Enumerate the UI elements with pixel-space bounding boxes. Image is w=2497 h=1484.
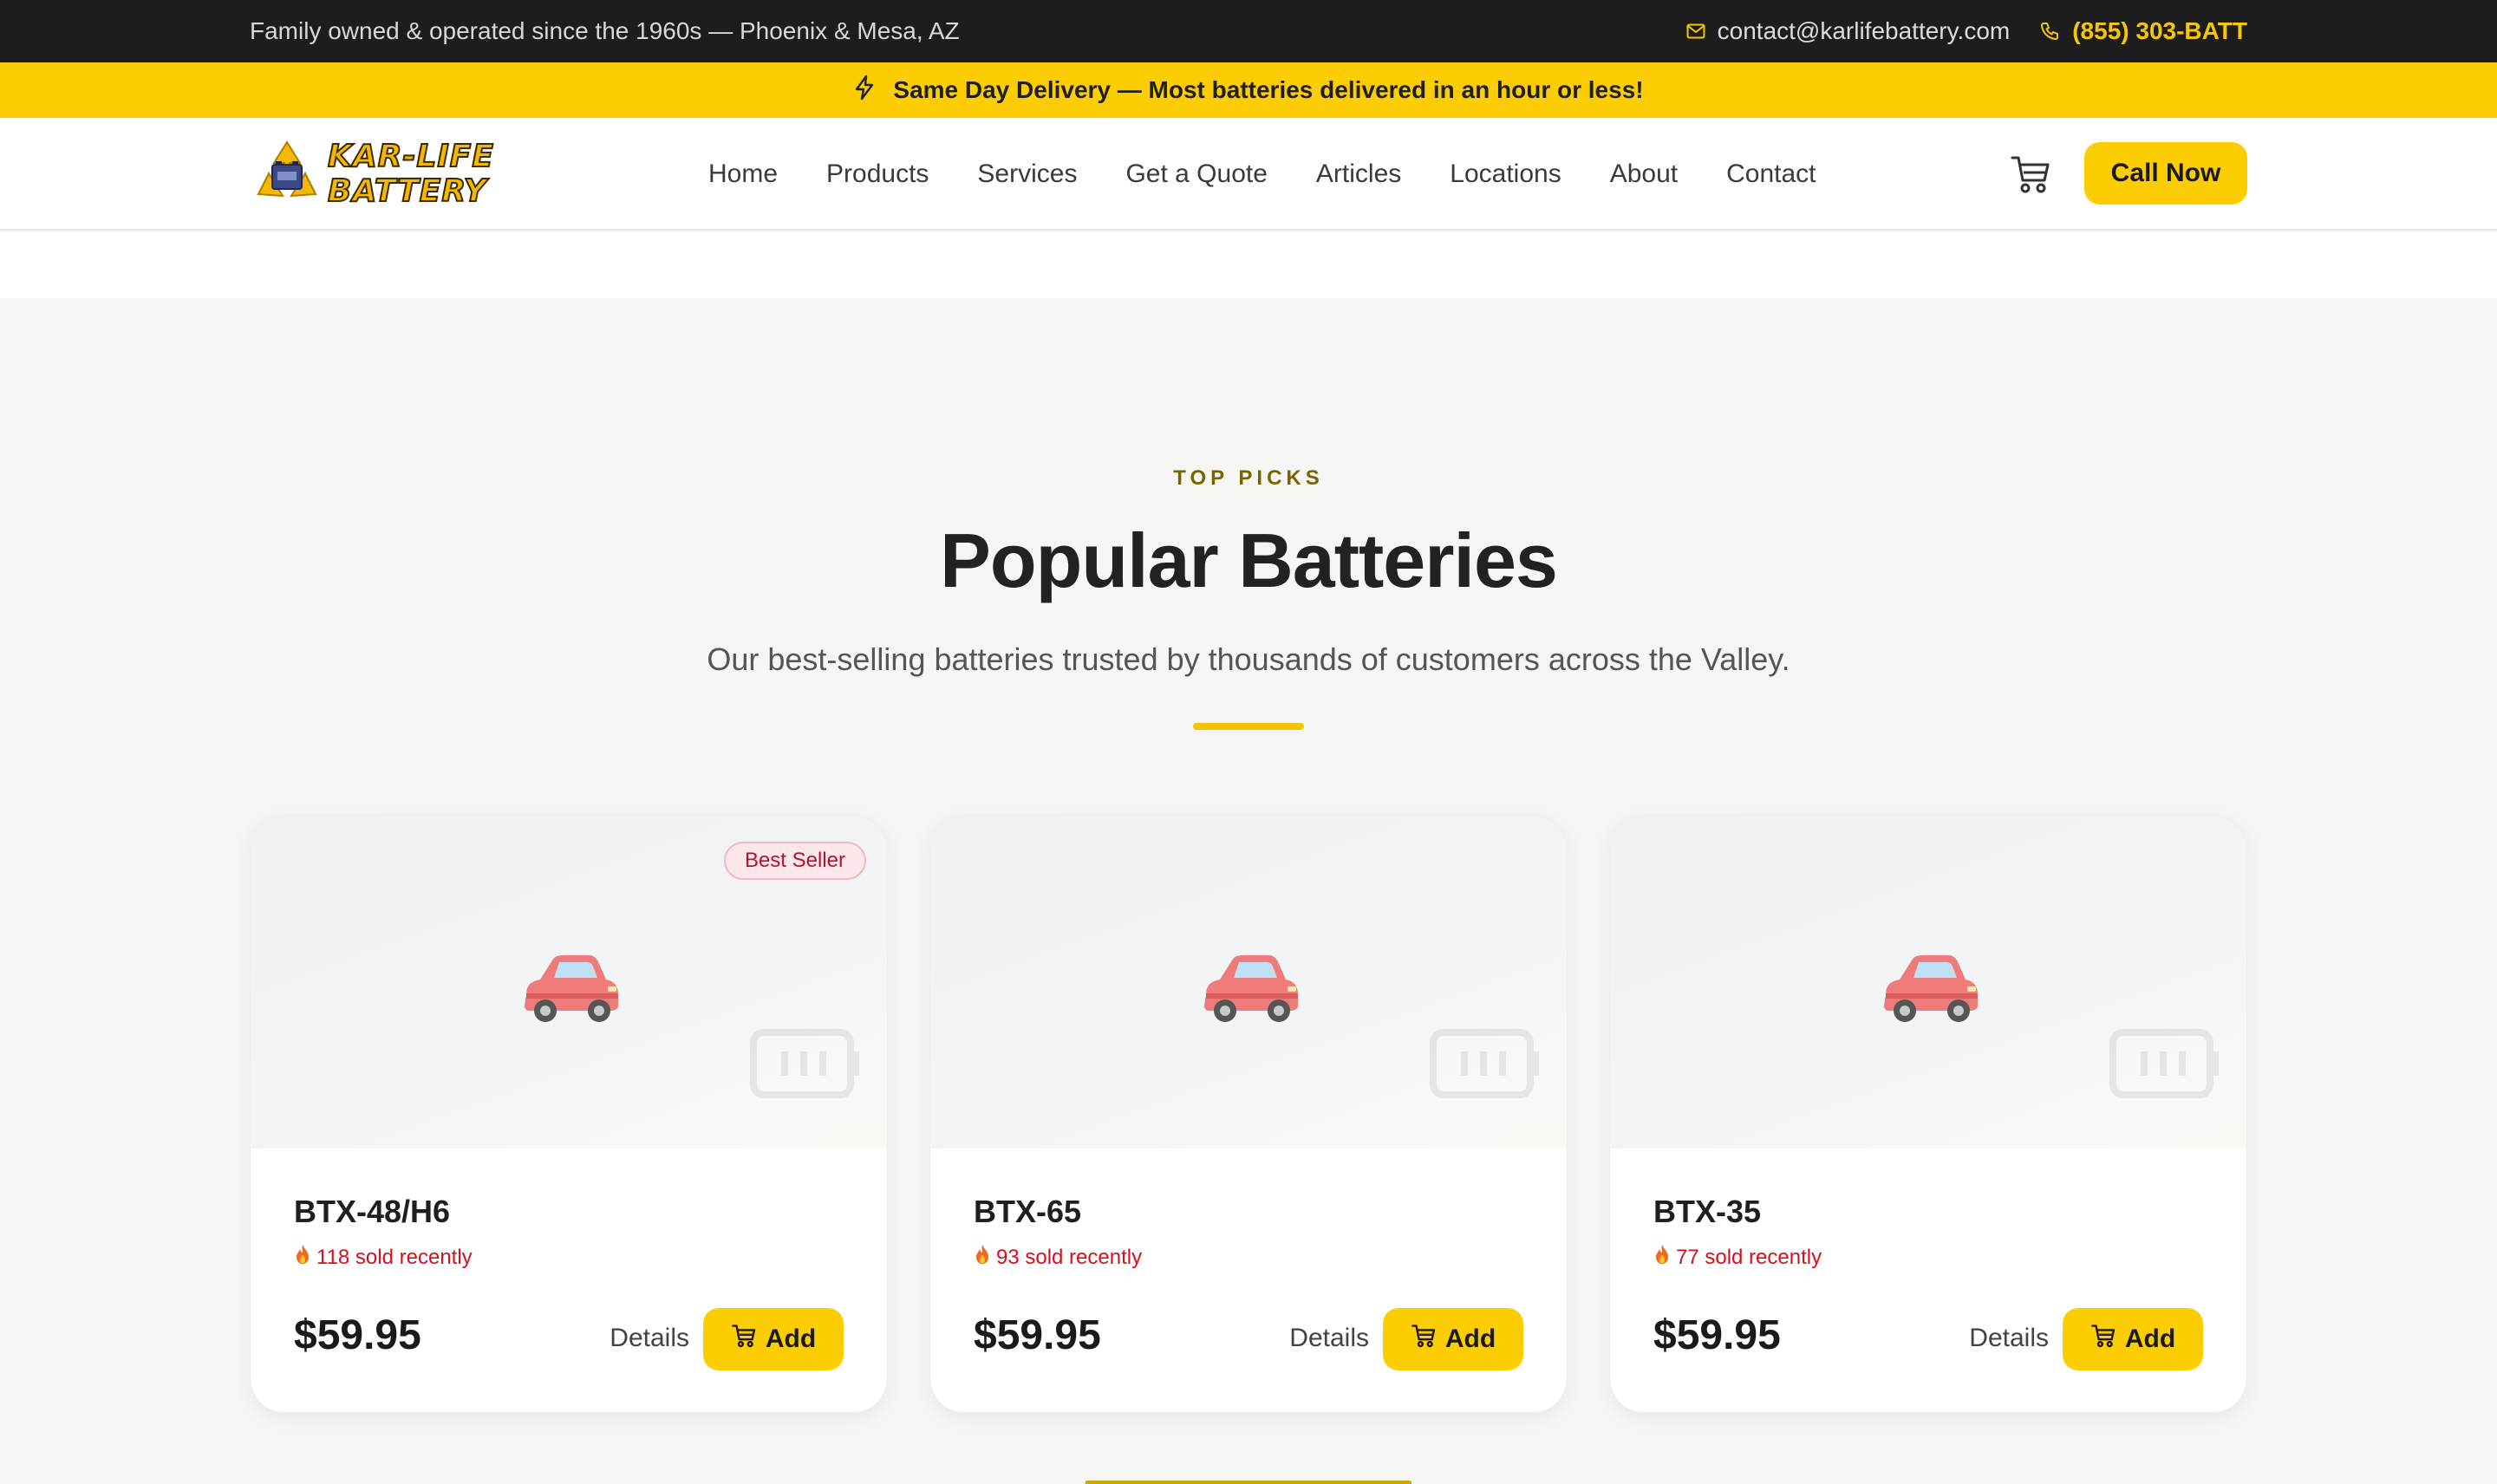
recycle-battery-logo-icon bbox=[250, 137, 324, 212]
site-header: KAR-LIFE BATTERY Home Products Services … bbox=[0, 118, 2497, 231]
product-price: $59.95 bbox=[1653, 1312, 1781, 1358]
details-link[interactable]: Details bbox=[1969, 1324, 2049, 1353]
call-now-button[interactable]: Call Now bbox=[2084, 142, 2247, 205]
top-info-bar: Family owned & operated since the 1960s … bbox=[0, 0, 2497, 62]
product-price: $59.95 bbox=[974, 1312, 1101, 1358]
add-to-cart-button[interactable]: Add bbox=[2063, 1308, 2203, 1370]
battery-watermark-icon bbox=[1430, 1027, 1542, 1100]
add-label: Add bbox=[2124, 1325, 2176, 1353]
add-label: Add bbox=[765, 1325, 817, 1353]
battery-watermark-icon bbox=[750, 1027, 863, 1100]
logo-wordmark: KAR-LIFE BATTERY bbox=[327, 139, 494, 210]
nav-about[interactable]: About bbox=[1610, 159, 1678, 189]
announcement-bar: Same Day Delivery — Most batteries deliv… bbox=[0, 62, 2497, 118]
email-link[interactable]: contact@karlifebattery.com bbox=[1686, 17, 2011, 45]
product-card[interactable]: BTX-65 93 sold recently $59.95 Details A… bbox=[929, 815, 1568, 1413]
lightning-icon bbox=[853, 75, 876, 107]
phone-link[interactable]: (855) 303-BATT bbox=[2039, 17, 2247, 45]
add-label: Add bbox=[1444, 1325, 1496, 1353]
product-card[interactable]: Best Seller BTX-48/H6 118 sold recently … bbox=[250, 815, 888, 1413]
sold-text: 118 sold recently bbox=[316, 1245, 473, 1269]
sold-count: 77 sold recently bbox=[1653, 1244, 1822, 1271]
fire-icon bbox=[974, 1244, 991, 1271]
cart-icon[interactable] bbox=[2010, 153, 2051, 196]
car-icon bbox=[1874, 941, 1985, 1028]
sold-text: 77 sold recently bbox=[1676, 1245, 1822, 1269]
logo[interactable]: KAR-LIFE BATTERY bbox=[250, 135, 527, 213]
product-image-area bbox=[930, 816, 1567, 1149]
add-to-cart-button[interactable]: Add bbox=[703, 1308, 844, 1370]
details-link[interactable]: Details bbox=[1289, 1324, 1369, 1353]
add-to-cart-button[interactable]: Add bbox=[1383, 1308, 1523, 1370]
product-name[interactable]: BTX-35 bbox=[1653, 1194, 1761, 1230]
fire-icon bbox=[1653, 1244, 1671, 1271]
cart-icon bbox=[2090, 1323, 2116, 1356]
sold-count: 118 sold recently bbox=[294, 1244, 473, 1271]
nav-home[interactable]: Home bbox=[708, 159, 778, 189]
tagline: Family owned & operated since the 1960s … bbox=[250, 17, 960, 44]
contact-info: contact@karlifebattery.com (855) 303-BAT… bbox=[1686, 0, 2247, 62]
product-card[interactable]: BTX-35 77 sold recently $59.95 Details A… bbox=[1609, 815, 2247, 1413]
nav-products[interactable]: Products bbox=[826, 159, 929, 189]
product-name[interactable]: BTX-48/H6 bbox=[294, 1194, 450, 1230]
phone-text: (855) 303-BATT bbox=[2072, 17, 2247, 44]
product-image-area bbox=[1610, 816, 2246, 1149]
announcement-text: Same Day Delivery — Most batteries deliv… bbox=[893, 76, 1644, 103]
nav-articles[interactable]: Articles bbox=[1316, 159, 1401, 189]
nav-get-a-quote[interactable]: Get a Quote bbox=[1125, 159, 1267, 189]
header-spacer bbox=[0, 232, 2497, 298]
details-link[interactable]: Details bbox=[610, 1324, 689, 1353]
mail-icon bbox=[1686, 23, 1705, 39]
battery-watermark-icon bbox=[2109, 1027, 2222, 1100]
product-name[interactable]: BTX-65 bbox=[974, 1194, 1081, 1230]
product-image-area: Best Seller bbox=[251, 816, 887, 1149]
main-nav: Home Products Services Get a Quote Artic… bbox=[708, 118, 1816, 231]
car-icon bbox=[514, 941, 625, 1028]
sold-count: 93 sold recently bbox=[974, 1244, 1142, 1271]
title-divider bbox=[1193, 723, 1304, 730]
nav-services[interactable]: Services bbox=[977, 159, 1077, 189]
section-eyebrow: TOP PICKS bbox=[1173, 466, 1324, 490]
section-subtitle: Our best-selling batteries trusted by th… bbox=[707, 641, 1790, 677]
logo-line-1: KAR-LIFE bbox=[327, 139, 494, 175]
phone-icon bbox=[2039, 21, 2060, 42]
best-seller-badge: Best Seller bbox=[723, 842, 866, 880]
section-title: Popular Batteries bbox=[940, 517, 1558, 603]
fire-icon bbox=[294, 1244, 311, 1271]
nav-contact[interactable]: Contact bbox=[1726, 159, 1816, 189]
nav-locations[interactable]: Locations bbox=[1450, 159, 1561, 189]
product-price: $59.95 bbox=[294, 1312, 421, 1358]
cart-icon bbox=[1411, 1323, 1437, 1356]
email-text: contact@karlifebattery.com bbox=[1717, 17, 2011, 44]
sold-text: 93 sold recently bbox=[996, 1245, 1143, 1269]
view-all-button-edge[interactable] bbox=[1086, 1481, 1411, 1484]
car-icon bbox=[1194, 941, 1305, 1028]
logo-line-2: BATTERY bbox=[327, 173, 487, 210]
cart-icon bbox=[731, 1323, 757, 1356]
